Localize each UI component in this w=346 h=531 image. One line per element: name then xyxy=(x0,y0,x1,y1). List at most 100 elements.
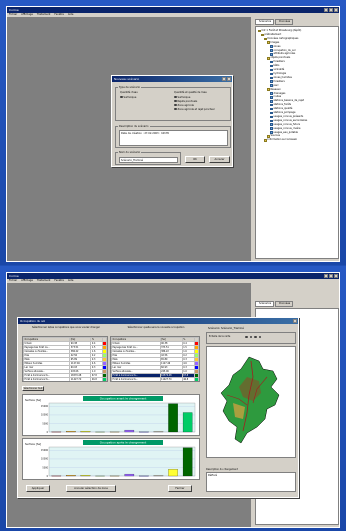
new-land-use-table[interactable]: Occupations [ha]% Urbain 90.38 0.4 Paysage ba… xyxy=(110,336,200,382)
tree-item[interactable]: Information sur la bassin xyxy=(258,138,307,142)
table-cell: 46.8 xyxy=(90,377,103,381)
right-group-label: Sélectionner quelle sera la nouvelle occ… xyxy=(127,326,185,329)
window-titlebar: Corine xyxy=(7,7,339,13)
table-row[interactable]: Forêt à dominance fe... 11427.70 46.8 xyxy=(23,377,107,381)
layer-icon xyxy=(270,119,273,123)
radio-icon xyxy=(174,99,177,103)
description-textarea[interactable]: Date de création : 27.02.2003 : 10h35 xyxy=(119,130,228,146)
table-cell: 11427.70 xyxy=(69,377,92,381)
description-group: Description du scénario Date de création… xyxy=(115,125,231,148)
bar xyxy=(182,412,193,433)
folder-icon xyxy=(267,57,270,60)
folder-icon xyxy=(258,29,261,33)
select-all-button[interactable]: Sélectionner tout xyxy=(22,386,44,391)
tab-scenarios-label: Scénarios xyxy=(259,302,272,305)
quantity-option-label: Surfacique xyxy=(123,95,137,99)
scenario-label-row: Scénario: Scénario_Traminé xyxy=(208,327,244,330)
quantity-label: Quantité d'eau xyxy=(120,91,138,94)
scale-option-2[interactable] xyxy=(249,335,252,339)
name-label: Nom du scénario xyxy=(118,151,142,154)
folder-icon xyxy=(267,88,270,91)
left-group-label: Sélectionner la/les occupations que vous… xyxy=(32,326,100,329)
y-axis-label: Surface [ha] xyxy=(25,398,41,402)
land-use-dialog: Occupation du sol Sélectionner la/les oc… xyxy=(17,317,299,498)
clear-selection-button[interactable]: Annuler sélection de zone xyxy=(66,485,116,492)
color-swatch xyxy=(194,377,199,381)
bar xyxy=(168,469,178,477)
bar xyxy=(124,429,135,433)
close-icon[interactable] xyxy=(334,8,338,12)
scenario-name-input[interactable]: Scénario_Traminé xyxy=(119,157,178,163)
tree-item-label: Information sur la bassin xyxy=(267,138,298,142)
layer-icon xyxy=(270,45,273,48)
dialog-titlebar: Nouveau scénario xyxy=(112,76,232,82)
tab-data-label: Données xyxy=(279,20,291,23)
table-row[interactable]: Forêt à dominance fe... 11427.70 46.8 xyxy=(111,377,199,381)
scale-option-1[interactable] xyxy=(245,335,248,339)
layer-icon xyxy=(270,84,273,87)
layer-icon xyxy=(270,111,273,115)
bar xyxy=(66,431,76,433)
radio-icon xyxy=(258,335,261,339)
ok-button[interactable]: OK xyxy=(185,156,205,163)
map-view[interactable] xyxy=(206,346,296,458)
close-icon[interactable] xyxy=(334,274,338,278)
change-description-textarea[interactable]: Défloré xyxy=(206,472,296,492)
change-description-label: Description du changement xyxy=(206,468,238,471)
quantity-option[interactable]: Surfacique xyxy=(120,95,136,99)
scale-option-4[interactable] xyxy=(258,335,261,339)
y-tick-label: 10000 xyxy=(41,458,49,461)
dialog-close-icon[interactable] xyxy=(227,77,231,81)
y-tick-label: 15000 xyxy=(41,449,49,452)
minimize-icon[interactable] xyxy=(324,274,328,278)
quality-label: Quantité et qualité de l'eau xyxy=(174,91,207,94)
layer-icon xyxy=(270,131,273,134)
bar xyxy=(80,475,91,477)
slide-bottom: Corine Fichier Affichage Traitement Fenê… xyxy=(0,266,346,531)
bar xyxy=(182,447,193,477)
radio-icon xyxy=(249,335,252,339)
side-tabs: Scénarios Données xyxy=(255,301,294,307)
tab-scenarios-label: Scénarios xyxy=(259,20,272,23)
dialog-close-icon[interactable] xyxy=(293,319,297,323)
layer-icon xyxy=(270,72,273,76)
cancel-button[interactable]: Annuler xyxy=(209,156,230,163)
y-tick-label: 5000 xyxy=(42,466,48,469)
description-label: Description du scénario xyxy=(118,125,150,128)
scenario-tree: Cdr 1 Forêt et Strasbourg (dépôt) prétrai… xyxy=(258,29,307,142)
tab-data[interactable]: Données xyxy=(275,19,294,25)
minimize-icon[interactable] xyxy=(324,8,328,12)
layer-icon xyxy=(270,127,273,130)
close-button[interactable]: Fermer xyxy=(168,485,192,492)
current-land-use-table[interactable]: Occupations [ha]% Urbain 90.38 0.4 Paysage ba… xyxy=(22,336,108,382)
chart-title: Occupation après le changement xyxy=(100,441,147,445)
help-icon[interactable] xyxy=(222,77,226,81)
color-swatch xyxy=(102,377,107,381)
watershed-shape xyxy=(220,356,280,444)
chart-title: Occupation avant le changement xyxy=(100,397,148,401)
maximize-icon[interactable] xyxy=(329,274,333,278)
scenario-label: Scénario xyxy=(208,327,220,330)
layer-icon xyxy=(270,60,273,64)
name-group: Nom du scénario Scénario_Traminé xyxy=(115,151,181,165)
radio-selected-icon xyxy=(174,95,177,99)
bar xyxy=(124,473,135,477)
tab-scenarios[interactable]: Scénarios xyxy=(255,19,275,25)
scale-option-3[interactable] xyxy=(254,335,257,339)
radio-selected-icon xyxy=(245,335,248,339)
slide-top: Corine Fichier Affichage Traitement Fenê… xyxy=(0,0,346,265)
app-window: Corine Fichier Affichage Traitement Fenê… xyxy=(6,6,340,262)
table-cell: 46.8 xyxy=(181,377,196,381)
layer-icon xyxy=(270,92,273,95)
maximize-icon[interactable] xyxy=(329,8,333,12)
side-tabs: Scénarios Données xyxy=(255,19,294,25)
tab-data[interactable]: Données xyxy=(275,301,294,307)
quality-option-label: Surfacique xyxy=(177,95,191,99)
folder-icon xyxy=(264,139,267,142)
tab-scenarios[interactable]: Scénarios xyxy=(255,301,275,307)
folder-icon xyxy=(264,37,267,41)
quality-option-3[interactable]: Zone agricole et rejet ponctuel xyxy=(174,107,214,111)
app-window-2: Corine Fichier Affichage Traitement Fenê… xyxy=(6,272,340,528)
table-cell: 11427.70 xyxy=(159,377,183,381)
apply-button[interactable]: Appliquer xyxy=(26,485,50,492)
